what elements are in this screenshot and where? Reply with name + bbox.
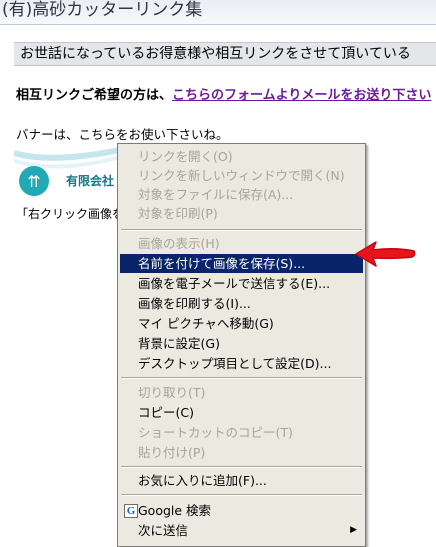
request-prefix: 相互リンクご希望の方は、	[16, 88, 173, 103]
menu-google-search[interactable]: G Google 検索	[120, 501, 363, 520]
menu-copy[interactable]: コピー(C)	[120, 403, 363, 422]
menu-google-search-label: Google 検索	[138, 503, 212, 518]
section-heading: お世話になっているお得意様や相互リンクをさせて頂いている	[14, 42, 436, 66]
menu-set-as-background[interactable]: 背景に設定(G)	[120, 334, 363, 353]
menu-separator	[121, 377, 362, 379]
menu-open-link-new-window[interactable]: リンクを新しいウィンドウで開く(N)	[120, 166, 363, 185]
menu-separator	[121, 494, 362, 496]
contact-form-link[interactable]: こちらのフォームよりメールをお送り下さい	[172, 88, 431, 103]
submenu-arrow-icon: ▶	[350, 525, 357, 535]
menu-send-to-label: 次に送信	[138, 523, 189, 538]
right-click-instruction: 「右クリック画像を	[16, 207, 125, 221]
page-title: (有)高砂カッターリンク集	[0, 0, 436, 25]
menu-paste[interactable]: 貼り付け(P)	[120, 443, 363, 462]
menu-copy-shortcut[interactable]: ショートカットのコピー(T)	[120, 423, 363, 442]
company-banner[interactable]: ⇈ 有限会社	[14, 145, 134, 201]
menu-open-link[interactable]: リンクを開く(O)	[120, 147, 363, 166]
link-request-line: 相互リンクご希望の方は、こちらのフォームよりメールをお送り下さい	[16, 84, 436, 103]
menu-go-to-my-pictures[interactable]: マイ ピクチャへ移動(G)	[120, 314, 363, 333]
banner-company-name: 有限会社	[66, 174, 115, 188]
menu-send-to[interactable]: 次に送信 ▶	[120, 521, 363, 540]
menu-save-picture-as[interactable]: 名前を付けて画像を保存(S)...	[120, 254, 363, 273]
menu-cut[interactable]: 切り取り(T)	[120, 383, 363, 402]
banner-note: バナーは、こちらをお使い下さいね。	[16, 127, 229, 142]
menu-separator	[121, 466, 362, 468]
context-menu: リンクを開く(O) リンクを新しいウィンドウで開く(N) 対象をファイルに保存(…	[117, 143, 366, 547]
red-arrow-annotation-icon	[355, 241, 416, 267]
menu-add-to-favorites[interactable]: お気に入りに追加(F)...	[120, 471, 363, 490]
menu-show-picture[interactable]: 画像の表示(H)	[120, 234, 363, 253]
svg-text:⇈: ⇈	[27, 174, 40, 191]
google-icon: G	[124, 504, 138, 518]
menu-set-as-desktop-item[interactable]: デスクトップ項目として設定(D)...	[120, 354, 363, 373]
menu-save-target-as[interactable]: 対象をファイルに保存(A)...	[120, 185, 363, 204]
menu-separator	[121, 229, 362, 231]
menu-print-target[interactable]: 対象を印刷(P)	[120, 204, 363, 223]
menu-print-picture[interactable]: 画像を印刷する(I)...	[120, 294, 363, 313]
menu-email-picture[interactable]: 画像を電子メールで送信する(E)...	[120, 274, 363, 293]
